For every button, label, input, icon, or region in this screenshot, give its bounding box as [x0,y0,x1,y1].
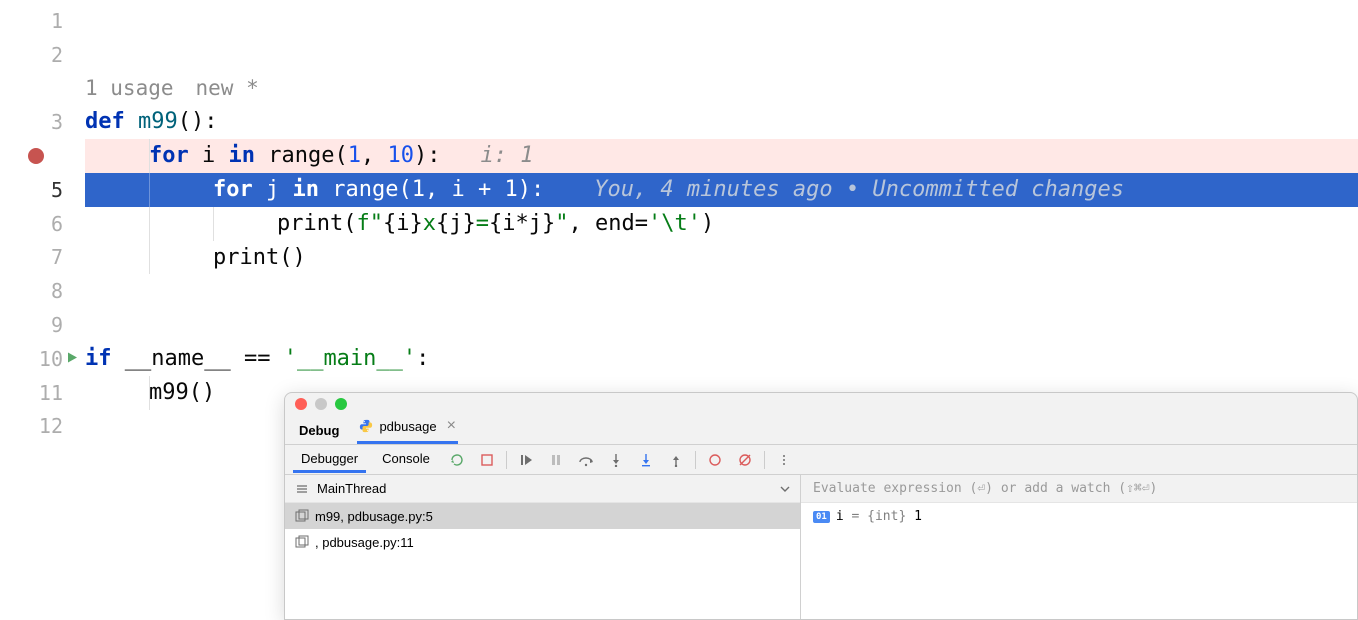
gutter-line[interactable] [0,139,85,173]
evaluate-expression-input[interactable]: Evaluate expression (⏎) or add a watch (… [801,475,1357,503]
line-number: 7 [51,245,63,269]
step-out-icon[interactable] [665,449,687,471]
separator [506,451,507,469]
code-line-8[interactable] [85,274,1358,308]
code-line-10[interactable]: if __name__ == '__main__': [85,342,1358,376]
gutter-line[interactable]: 8 [0,274,85,308]
debug-toolbar: Debugger Console [285,445,1357,475]
step-into-icon[interactable] [605,449,627,471]
gutter-line[interactable]: 10 [0,342,85,376]
separator [695,451,696,469]
code-line-3[interactable]: def m99(): [85,105,1358,139]
gutter-line[interactable]: 2 [0,38,85,72]
inlay-hint-variable: i: 1 [480,139,533,173]
code-line-6[interactable]: print(f"{i}x{j}={i*j}", end='\t') [85,207,1358,241]
gutter-line[interactable]: 6 [0,207,85,241]
mute-breakpoints-icon[interactable] [734,449,756,471]
thread-selector[interactable]: MainThread [285,475,800,503]
line-number: 8 [51,279,63,303]
step-over-icon[interactable] [575,449,597,471]
thread-icon [295,482,309,496]
gutter-line[interactable]: 12 [0,410,85,444]
code-lens-line[interactable]: 1 usage new * [85,72,1358,106]
line-number: 3 [51,110,63,134]
pause-icon[interactable] [545,449,567,471]
chevron-down-icon [780,484,790,494]
debugger-subtab[interactable]: Debugger [293,447,366,473]
view-breakpoints-icon[interactable] [704,449,726,471]
line-number: 9 [51,313,63,337]
step-into-my-icon[interactable] [635,449,657,471]
console-subtab[interactable]: Console [374,447,438,473]
stack-frame[interactable]: m99, pdbusage.py:5 [285,503,800,529]
code-line-9[interactable] [85,308,1358,342]
run-gutter-icon[interactable] [65,349,79,368]
code-line-2[interactable] [85,38,1358,72]
frame-icon [295,509,309,523]
more-icon[interactable] [773,449,795,471]
window-maximize-icon[interactable] [335,398,347,410]
usages-lens[interactable]: 1 usage [85,72,174,106]
line-number: 1 [51,9,63,33]
gutter-line[interactable]: 9 [0,308,85,342]
line-number: 10 [39,347,63,371]
variables-pane: Evaluate expression (⏎) or add a watch (… [801,475,1357,619]
code-line-7[interactable]: print() [85,241,1358,275]
debug-tab[interactable]: Debug [297,417,341,444]
line-number: 5 [51,178,63,202]
variable-badge-icon: 01 [813,511,830,523]
gutter-line[interactable]: 5 [0,173,85,207]
debug-panel-tabs: Debug pdbusage × [285,415,1357,445]
gutter-line[interactable]: 7 [0,241,85,275]
resume-icon[interactable] [515,449,537,471]
variables-list[interactable]: 01 i = {int} 1 [801,503,1357,619]
debug-file-tab[interactable]: pdbusage × [357,411,457,444]
line-number: 12 [39,414,63,438]
gutter-line[interactable]: 3 [0,105,85,139]
code-line-1[interactable] [85,4,1358,38]
gutter[interactable]: 12356789101112 [0,0,85,620]
stack-frame[interactable]: , pdbusage.py:11 [285,529,800,555]
variable-row[interactable]: 01 i = {int} 1 [813,509,1345,524]
frame-icon [295,535,309,549]
gutter-line[interactable]: 11 [0,376,85,410]
gutter-line[interactable]: 1 [0,4,85,38]
rerun-icon[interactable] [446,449,468,471]
frames-pane: MainThread m99, pdbusage.py:5, pdbusage.… [285,475,801,619]
vcs-annotation: You, 4 minutes ago • Uncommitted changes [594,173,1124,207]
gutter-line[interactable] [0,72,85,106]
author-lens[interactable]: new * [196,72,259,106]
debug-panel[interactable]: Debug pdbusage × Debugger Console [284,392,1358,620]
line-number: 6 [51,212,63,236]
python-icon [359,419,373,433]
close-tab-icon[interactable]: × [447,417,456,435]
code-line-4[interactable]: for i in range(1, 10): i: 1 [85,139,1358,173]
line-number: 11 [39,381,63,405]
line-number: 2 [51,43,63,67]
window-minimize-icon[interactable] [315,398,327,410]
code-line-5-current[interactable]: for j in range(1, i + 1): You, 4 minutes… [85,173,1358,207]
stop-icon[interactable] [476,449,498,471]
breakpoint-icon[interactable] [28,148,44,164]
frame-list[interactable]: m99, pdbusage.py:5, pdbusage.py:11 [285,503,800,619]
separator [764,451,765,469]
window-close-icon[interactable] [295,398,307,410]
thread-name: MainThread [317,481,386,496]
